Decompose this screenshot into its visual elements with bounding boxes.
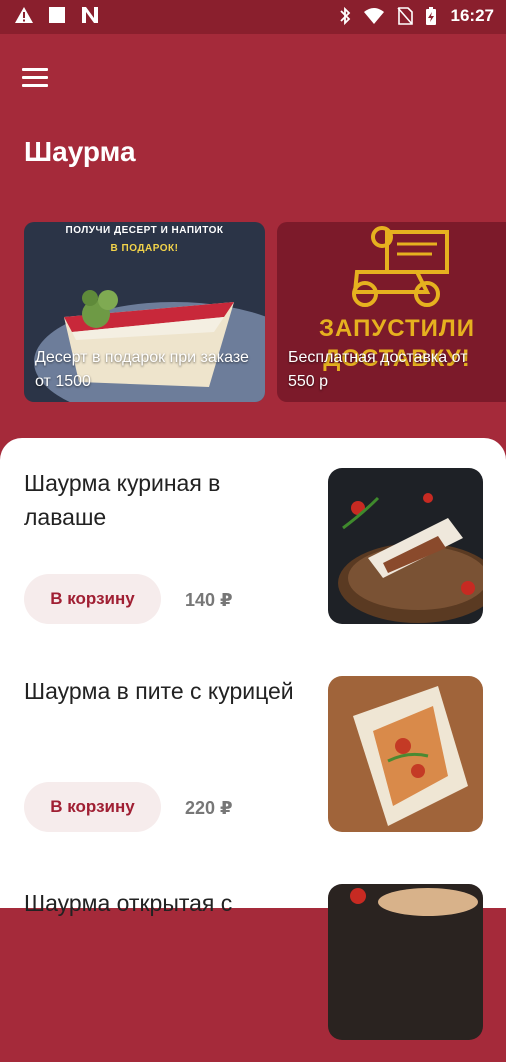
- product-price: 220 ₽: [185, 798, 233, 818]
- add-to-cart-button[interactable]: В корзину: [24, 574, 161, 624]
- product-image[interactable]: [328, 468, 483, 624]
- shawarma-lavash-photo: [328, 468, 483, 624]
- square-icon: [49, 7, 65, 23]
- shawarma-pita-photo: [328, 676, 483, 832]
- no-sim-icon: [396, 7, 413, 25]
- hamburger-menu-icon[interactable]: [22, 68, 48, 90]
- bluetooth-icon: [339, 6, 350, 26]
- product-name: Шаурма в пите с курицей: [24, 678, 294, 704]
- promo-caption: Бесплатная доставка от 550 р: [288, 349, 468, 390]
- delivery-banner-line-1: ЗАПУСТИЛИ: [319, 315, 475, 342]
- battery-charging-icon: [425, 7, 436, 25]
- add-to-cart-button[interactable]: В корзину: [24, 782, 161, 832]
- product-image[interactable]: [328, 676, 483, 832]
- dessert-banner-line-1: ПОЛУЧИ ДЕСЕРТ И НАПИТОК: [65, 225, 224, 236]
- promo-caption: Десерт в подарок при заказе от 1500: [35, 349, 249, 390]
- shawarma-open-photo: [328, 884, 483, 1040]
- wifi-icon: [363, 8, 384, 24]
- dessert-banner-text: ПОЛУЧИ ДЕСЕРТ И НАПИТОК В ПОДАРОК!: [24, 222, 265, 258]
- product-price: 140 ₽: [185, 590, 233, 610]
- product-name: Шаурма открытая с: [24, 890, 233, 916]
- dessert-banner-line-2: В ПОДАРОК!: [110, 243, 179, 254]
- promo-card-dessert[interactable]: ПОЛУЧИ ДЕСЕРТ И НАПИТОК В ПОДАРОК! Десер…: [24, 222, 265, 402]
- products-sheet: Шаурма куриная в лаваше В корзину 140 ₽ …: [0, 438, 506, 1040]
- page-title: Шаурма: [24, 136, 136, 167]
- product-card[interactable]: Шаурма открытая с: [0, 854, 506, 1062]
- status-left-icons: [14, 6, 100, 24]
- promo-card-delivery[interactable]: ЗАПУСТИЛИ ДОСТАВКУ! Бесплатная доставка …: [277, 222, 506, 402]
- status-time: 16:27: [450, 6, 494, 25]
- product-card[interactable]: Шаурма куриная в лаваше В корзину 140 ₽: [0, 438, 506, 646]
- product-image[interactable]: [328, 884, 483, 1040]
- status-bar: 16:27: [0, 0, 506, 34]
- status-right-icons: 16:27: [339, 6, 494, 26]
- n-logo-icon: [82, 7, 98, 23]
- warning-icon: [15, 7, 33, 23]
- product-card[interactable]: Шаурма в пите с курицей В корзину 220 ₽: [0, 646, 506, 854]
- product-name: Шаурма куриная в лаваше: [24, 470, 221, 530]
